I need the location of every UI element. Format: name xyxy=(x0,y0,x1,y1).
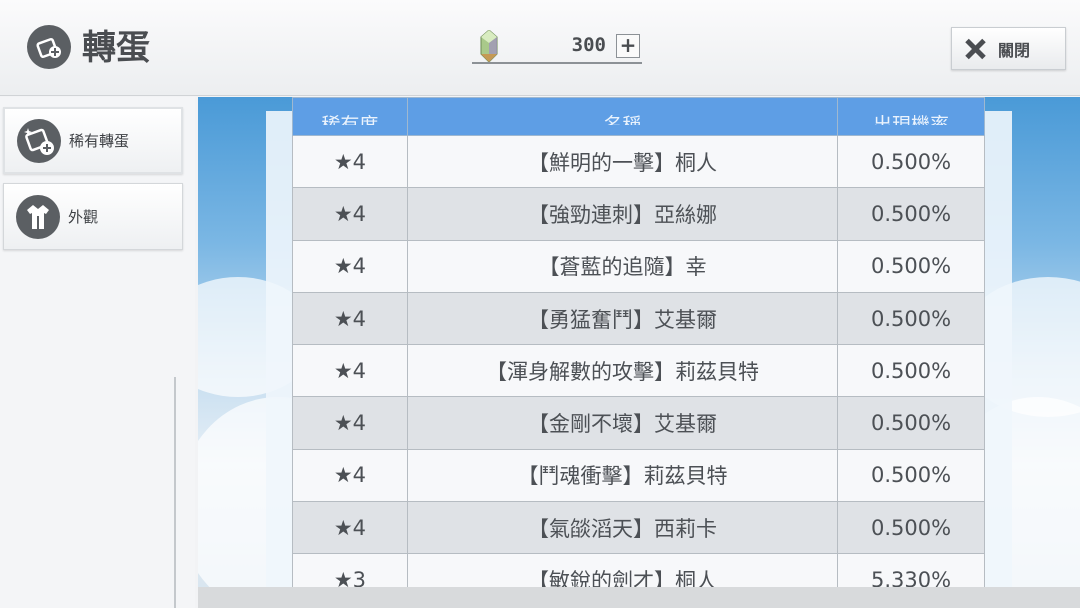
name-cell: 【氣燄滔天】西莉卡 xyxy=(406,501,839,555)
rate-cell: 5.330% xyxy=(837,553,985,587)
table-header-row: 稀有度 名稱 出現機率 xyxy=(292,97,985,136)
add-currency-button[interactable]: + xyxy=(616,34,640,58)
name-cell: 【鬥魂衝擊】莉茲貝特 xyxy=(406,448,839,503)
rate-list-area[interactable]: 稀有度 名稱 出現機率 ★4 【鮮明的一擊】桐人 0.500% ★4 【強勁連刺… xyxy=(198,97,1080,587)
name-cell: 【勇猛奮鬥】艾基爾 xyxy=(406,291,839,346)
table-row: ★4 【渾身解數的攻擊】莉茲貝特 0.500% xyxy=(292,344,985,398)
sidebar-item-rare-gacha[interactable]: 稀有轉蛋 xyxy=(3,107,183,174)
rarity-cell: ★4 xyxy=(292,134,408,189)
rate-cell: 0.500% xyxy=(837,396,985,450)
rarity-cell: ★3 xyxy=(292,553,408,587)
name-cell: 【金剛不壞】艾基爾 xyxy=(406,396,839,450)
table-row: ★4 【強勁連刺】亞絲娜 0.500% xyxy=(292,187,985,241)
gacha-icon xyxy=(17,118,61,163)
rate-cell: 0.500% xyxy=(837,344,985,398)
column-header-rate: 出現機率 xyxy=(837,97,985,136)
top-bar: 轉蛋 300 + 關閉 xyxy=(0,0,1080,96)
name-cell: 【蒼藍的追隨】幸 xyxy=(406,239,839,293)
table-row: ★4 【蒼藍的追隨】幸 0.500% xyxy=(292,239,985,293)
sidebar: 稀有轉蛋 外觀 xyxy=(0,97,195,608)
currency-display: 300 + xyxy=(472,30,642,64)
column-header-name: 名稱 xyxy=(406,97,839,136)
column-header-rarity: 稀有度 xyxy=(292,97,408,136)
content-footer-bar xyxy=(198,587,1080,608)
rarity-cell: ★4 xyxy=(292,501,408,555)
currency-value: 300 xyxy=(571,34,606,56)
close-label: 關閉 xyxy=(998,40,1031,60)
rate-cell: 0.500% xyxy=(837,239,985,293)
sidebar-divider xyxy=(174,377,184,608)
name-cell: 【敏銳的劍才】桐人 xyxy=(406,553,839,587)
rate-cell: 0.500% xyxy=(837,501,985,555)
sidebar-item-label: 稀有轉蛋 xyxy=(69,132,130,150)
table-row: ★4 【氣燄滔天】西莉卡 0.500% xyxy=(292,501,985,555)
rate-cell: 0.500% xyxy=(837,187,985,241)
rate-cell: 0.500% xyxy=(837,448,985,503)
name-cell: 【強勁連刺】亞絲娜 xyxy=(406,187,839,241)
outfit-icon xyxy=(16,194,60,239)
page-title: 轉蛋 xyxy=(82,28,150,68)
rarity-cell: ★4 xyxy=(292,187,408,241)
rarity-cell: ★4 xyxy=(292,448,408,503)
rate-cell: 0.500% xyxy=(837,134,985,189)
sidebar-item-outfit[interactable]: 外觀 xyxy=(3,183,183,250)
table-row: ★4 【鬥魂衝擊】莉茲貝特 0.500% xyxy=(292,448,985,503)
gacha-icon xyxy=(27,25,71,69)
drop-rate-table: 稀有度 名稱 出現機率 ★4 【鮮明的一擊】桐人 0.500% ★4 【強勁連刺… xyxy=(292,97,985,587)
rarity-cell: ★4 xyxy=(292,291,408,346)
crystal-icon xyxy=(480,30,498,62)
rarity-cell: ★4 xyxy=(292,396,408,450)
close-button[interactable]: 關閉 xyxy=(951,27,1066,70)
table-row: ★4 【金剛不壞】艾基爾 0.500% xyxy=(292,396,985,450)
table-row: ★3 【敏銳的劍才】桐人 5.330% xyxy=(292,553,985,587)
table-row: ★4 【鮮明的一擊】桐人 0.500% xyxy=(292,134,985,189)
close-icon xyxy=(964,38,986,60)
table-row: ★4 【勇猛奮鬥】艾基爾 0.500% xyxy=(292,291,985,346)
rarity-cell: ★4 xyxy=(292,344,408,398)
sidebar-item-label: 外觀 xyxy=(68,208,99,226)
rate-cell: 0.500% xyxy=(837,291,985,346)
rarity-cell: ★4 xyxy=(292,239,408,293)
name-cell: 【鮮明的一擊】桐人 xyxy=(406,134,839,189)
name-cell: 【渾身解數的攻擊】莉茲貝特 xyxy=(406,344,839,398)
